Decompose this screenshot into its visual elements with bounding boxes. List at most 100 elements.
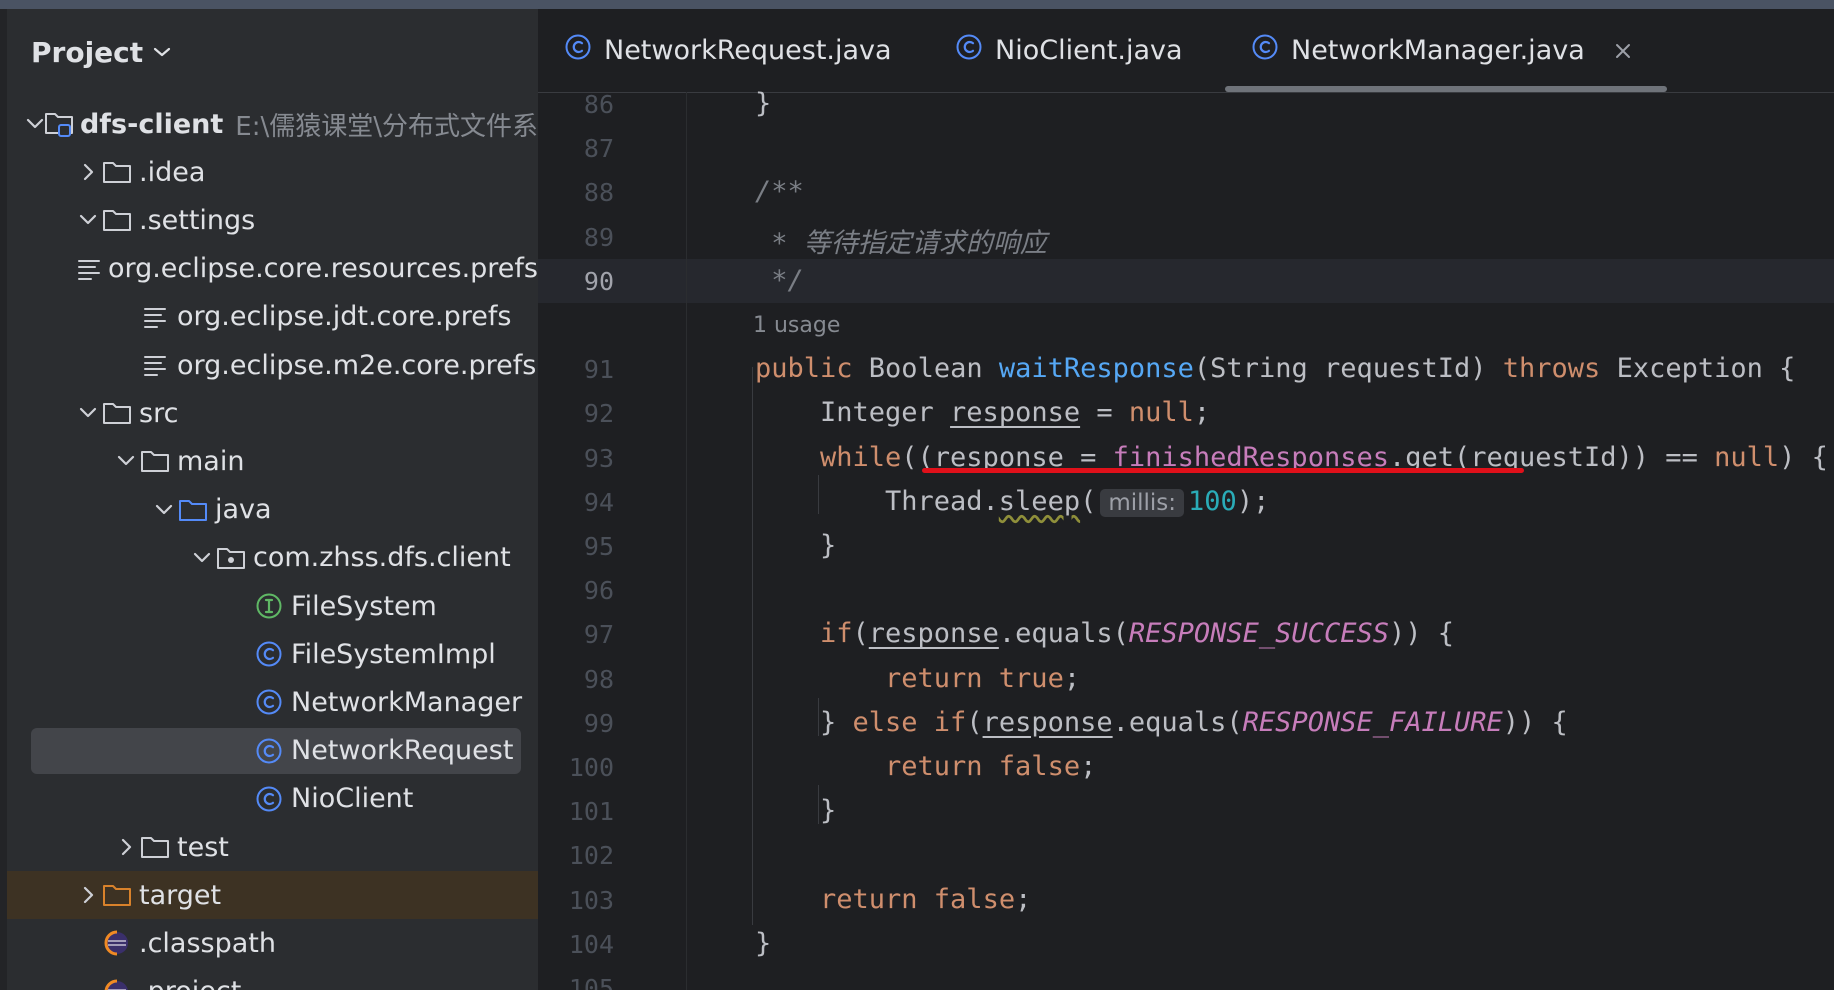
tree-item-label: src [139,397,179,429]
tree-item-label: com.zhss.dfs.client [253,542,511,574]
code-line[interactable]: } [755,928,771,959]
chevron-down-icon[interactable] [151,497,177,523]
eclipse-file-icon [101,927,133,959]
usage-hint[interactable]: 1 usage [753,313,840,338]
text-file-icon [76,253,102,285]
indent-guide [752,367,753,925]
chevron-right-icon[interactable] [75,159,101,185]
code-token: ( [1080,485,1097,517]
chevron-down-icon[interactable] [153,46,171,58]
folder-icon [101,204,133,236]
tree-item-java[interactable]: java [7,486,538,534]
code-line[interactable]: Thread.sleep(millis: 100); [885,486,1269,517]
code-line[interactable]: } [755,88,771,119]
no-arrow [227,593,253,619]
folder-icon [101,397,133,429]
code-token: null [1714,441,1780,473]
chevron-right-icon[interactable] [75,882,101,908]
chevron-down-icon[interactable] [113,448,139,474]
tree-item-src[interactable]: src [7,389,538,437]
code-token: .equals( [1112,706,1243,738]
tree-item-label: .idea [139,156,206,188]
code-token: while [820,441,902,473]
project-header[interactable]: Project [31,34,171,70]
code-line[interactable]: * 等待指定请求的响应 [755,221,1047,260]
line-number: 91 [583,355,614,385]
tree-item-nioclient[interactable]: NioClient [7,775,538,823]
current-line-highlight [538,258,1834,303]
tree-item-org-eclipse-core-resources-prefs[interactable]: org.eclipse.core.resources.prefs [7,245,538,293]
tree-item-label: main [177,445,245,477]
module-path-hint: E:\儒猿课堂\分布式文件系 [235,111,538,142]
tree-item-project[interactable]: .project [7,968,538,990]
line-number: 87 [583,134,614,164]
chevron-down-icon[interactable] [75,400,101,426]
line-number: 100 [568,753,614,782]
code-token: .equals( [998,618,1129,650]
line-number: 93 [583,443,614,473]
code-token: response [868,618,999,650]
line-number: 95 [583,532,614,561]
tab-networkrequest[interactable]: NetworkRequest.java [564,9,892,92]
code-line[interactable]: */ [755,265,804,296]
code-line[interactable]: return false; [885,751,1096,782]
class-icon [955,33,983,68]
tree-item-filesystemimpl[interactable]: FileSystemImpl [7,630,538,678]
tree-item-label: NetworkRequest [291,735,514,767]
class-icon [564,33,592,68]
code-token: )) { [1388,618,1454,650]
code-line[interactable]: } else if(response.equals(RESPONSE_FAILU… [820,707,1568,738]
code-line[interactable]: } [820,530,836,561]
project-title: Project [31,35,144,69]
class-icon [253,735,285,767]
tree-item-target[interactable]: target [7,871,538,920]
code-line[interactable]: Integer response = null; [820,397,1210,428]
line-number: 105 [568,974,614,990]
tree-item-label: test [177,831,229,863]
no-arrow [227,786,253,812]
tree-item-org-eclipse-jdt-core-prefs[interactable]: org.eclipse.jdt.core.prefs [7,293,538,341]
code-token: ) { [1779,441,1828,473]
code-line[interactable]: return false; [820,884,1031,915]
tree-item-dfs-client[interactable]: dfs-client E:\儒猿课堂\分布式文件系 [7,100,538,148]
tree-item-com-zhss-dfs-client[interactable]: com.zhss.dfs.client [7,534,538,582]
line-number: 98 [583,664,614,694]
tree-item-networkrequest[interactable]: NetworkRequest [7,727,538,775]
chevron-down-icon[interactable] [189,545,215,571]
tree-item-filesystem[interactable]: FileSystem [7,582,538,630]
package-icon [215,542,247,574]
tree-item-org-eclipse-m2e-core-prefs[interactable]: org.eclipse.m2e.core.prefs [7,341,538,389]
code-token: ; [1080,751,1097,782]
code-line[interactable]: /** [755,176,804,207]
code-token: true [998,662,1064,694]
tree-item-settings[interactable]: .settings [7,196,538,244]
tree-item-main[interactable]: main [7,437,538,485]
editor-area: NetworkRequest.java NioClient.java Netwo… [538,9,1834,990]
tree-item-test[interactable]: test [7,823,538,871]
tree-item-classpath[interactable]: .classpath [7,919,538,967]
code-line[interactable]: return true; [885,663,1080,694]
code-line[interactable]: } [820,795,836,826]
code-token: ; [1015,883,1032,915]
tree-item-label: .project [139,976,241,990]
code-line[interactable]: if(response.equals(RESPONSE_SUCCESS)) { [820,618,1454,649]
line-number: 101 [568,797,614,827]
line-number: 97 [583,620,614,650]
code-token: ( [966,706,983,738]
tree-item-networkmanager[interactable]: NetworkManager [7,678,538,726]
code-token: null [1128,397,1194,429]
code-token: )) { [1502,706,1568,738]
tab-nioclient[interactable]: NioClient.java [955,9,1183,92]
close-icon[interactable] [1615,36,1631,66]
tab-label: NioClient.java [995,35,1183,66]
chevron-right-icon[interactable] [113,834,139,860]
code-token: * 等待指定请求的响应 [755,227,1047,259]
tree-item-idea[interactable]: .idea [7,148,538,196]
line-number: 88 [583,178,614,208]
chevron-down-icon[interactable] [75,207,101,233]
line-number: 86 [583,90,614,119]
tab-networkmanager[interactable]: NetworkManager.java [1225,9,1667,92]
line-number: 96 [583,576,614,606]
chevron-down-icon[interactable] [26,111,44,137]
code-line[interactable]: public Boolean waitResponse(String reque… [755,353,1795,384]
